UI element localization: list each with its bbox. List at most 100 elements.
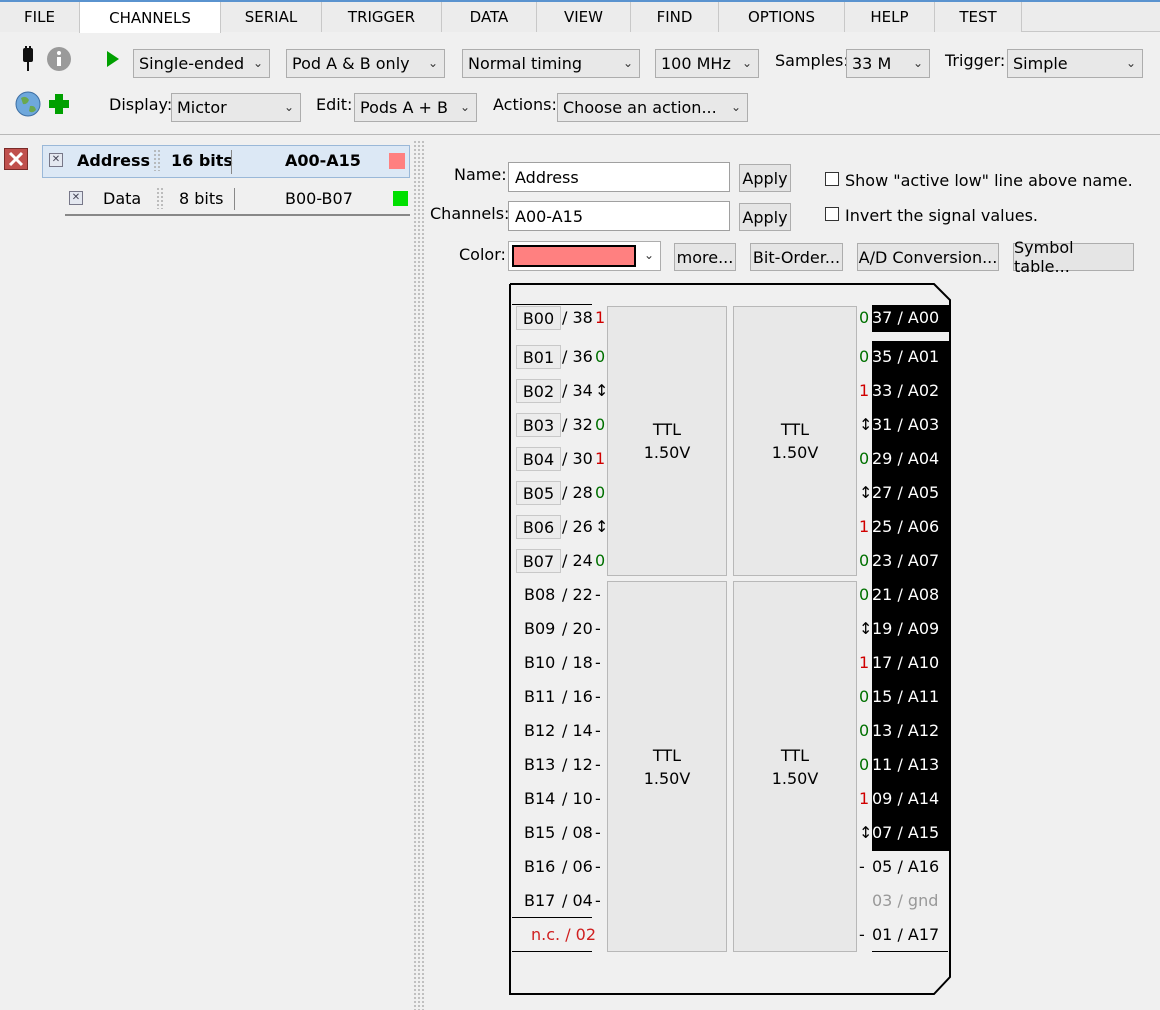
group-bits: 16 bits bbox=[171, 151, 233, 170]
tab-options[interactable]: OPTIONS bbox=[719, 2, 845, 32]
chevron-down-icon: ⌄ bbox=[741, 56, 752, 70]
timing-select[interactable]: Normal timing ⌄ bbox=[462, 49, 640, 78]
pin-label[interactable]: 09 / A14 bbox=[872, 789, 939, 808]
info-icon[interactable] bbox=[46, 46, 72, 72]
group-range: A00-A15 bbox=[285, 151, 361, 170]
pod-block[interactable]: TTL 1.50V bbox=[733, 581, 857, 952]
trigger-value: Simple bbox=[1013, 54, 1068, 73]
pod-block[interactable]: TTL 1.50V bbox=[607, 306, 727, 576]
tab-find[interactable]: FIND bbox=[631, 2, 719, 32]
channel-button[interactable]: B02 bbox=[516, 379, 561, 403]
channel-button[interactable]: B05 bbox=[516, 481, 561, 505]
sample-rate-value: 100 MHz bbox=[661, 54, 731, 73]
pin-label[interactable]: 29 / A04 bbox=[872, 449, 939, 468]
group-bits: 8 bits bbox=[179, 189, 224, 208]
channel-group-row[interactable]: ✕ Data 8 bits B00-B07 bbox=[65, 184, 410, 216]
channel-button[interactable]: B00 bbox=[516, 306, 561, 330]
active-low-checkbox[interactable] bbox=[825, 172, 839, 186]
divider bbox=[512, 304, 592, 305]
actions-label: Actions: bbox=[493, 95, 557, 114]
pin-label[interactable]: 17 / A10 bbox=[872, 653, 939, 672]
panel-splitter[interactable] bbox=[412, 140, 424, 1010]
pin-label[interactable]: 19 / A09 bbox=[872, 619, 939, 638]
pod-voltage: 1.50V bbox=[643, 443, 691, 462]
tab-data[interactable]: DATA bbox=[442, 2, 537, 32]
usb-plug-icon[interactable] bbox=[18, 46, 38, 74]
pin-value: 0 bbox=[859, 449, 870, 468]
drag-handle-icon[interactable] bbox=[156, 187, 164, 209]
run-play-icon[interactable] bbox=[106, 50, 120, 68]
pin-label[interactable]: 35 / A01 bbox=[872, 347, 939, 366]
pin-label[interactable]: 33 / A02 bbox=[872, 381, 939, 400]
trigger-select[interactable]: Simple ⌄ bbox=[1007, 49, 1143, 78]
add-plus-icon[interactable] bbox=[48, 93, 70, 115]
tab-view[interactable]: VIEW bbox=[537, 2, 631, 32]
pin-label[interactable]: 15 / A11 bbox=[872, 687, 939, 706]
pin-value: - bbox=[595, 653, 601, 672]
actions-select[interactable]: Choose an action... ⌄ bbox=[557, 93, 748, 122]
channel-button[interactable]: B01 bbox=[516, 345, 561, 369]
pin-value: - bbox=[595, 857, 601, 876]
pin-value: 0 bbox=[859, 721, 870, 740]
apply-channels-button[interactable]: Apply bbox=[739, 203, 791, 231]
pin-label[interactable]: 37 / A00 bbox=[872, 308, 939, 327]
channel-group-row[interactable]: ✕ Address 16 bits A00-A15 bbox=[42, 145, 410, 178]
display-select[interactable]: Mictor ⌄ bbox=[171, 93, 301, 122]
pin-label[interactable]: 31 / A03 bbox=[872, 415, 939, 434]
pin-label[interactable]: 07 / A15 bbox=[872, 823, 939, 842]
pin-label[interactable]: 13 / A12 bbox=[872, 721, 939, 740]
sample-rate-select[interactable]: 100 MHz ⌄ bbox=[655, 49, 759, 78]
pod-block[interactable]: TTL 1.50V bbox=[733, 306, 857, 576]
channel-button[interactable]: B03 bbox=[516, 413, 561, 437]
chevron-down-icon: ⌄ bbox=[643, 248, 654, 262]
bit-order-button[interactable]: Bit-Order... bbox=[750, 243, 843, 271]
tab-test[interactable]: TEST bbox=[935, 2, 1022, 32]
color-select[interactable]: ⌄ bbox=[508, 241, 661, 271]
pin-value: ↕ bbox=[595, 517, 609, 536]
divider bbox=[512, 917, 592, 918]
tab-file[interactable]: FILE bbox=[0, 2, 80, 32]
pin-label[interactable]: 25 / A06 bbox=[872, 517, 939, 536]
name-label: Name: bbox=[454, 165, 507, 184]
close-icon[interactable]: ✕ bbox=[69, 191, 83, 205]
name-input[interactable]: Address bbox=[508, 162, 730, 192]
channel-button[interactable]: B06 bbox=[516, 515, 561, 539]
pin-value: 0 bbox=[859, 347, 870, 366]
samples-select[interactable]: 33 M ⌄ bbox=[846, 49, 930, 78]
signal-mode-select[interactable]: Single-ended ⌄ bbox=[133, 49, 270, 78]
delete-group-close-icon[interactable] bbox=[4, 148, 28, 170]
drag-handle-icon[interactable] bbox=[153, 149, 161, 171]
apply-name-button[interactable]: Apply bbox=[739, 164, 791, 192]
pin-number: / 32 bbox=[562, 415, 593, 434]
globe-icon[interactable] bbox=[14, 90, 42, 118]
pin-number: / 10 bbox=[562, 789, 593, 808]
pin-label[interactable]: 21 / A08 bbox=[872, 585, 939, 604]
pod-block[interactable]: TTL 1.50V bbox=[607, 581, 727, 952]
tab-help[interactable]: HELP bbox=[845, 2, 935, 32]
close-icon[interactable]: ✕ bbox=[49, 153, 63, 167]
channel-button[interactable]: B07 bbox=[516, 549, 561, 573]
channel-label: B17 bbox=[524, 891, 556, 910]
more-button[interactable]: more... bbox=[674, 243, 736, 271]
channels-input[interactable]: A00-A15 bbox=[508, 201, 730, 231]
channel-button[interactable]: B04 bbox=[516, 447, 561, 471]
symbol-table-button[interactable]: Symbol table... bbox=[1013, 238, 1134, 276]
pin-label[interactable]: 23 / A07 bbox=[872, 551, 939, 570]
pin-label[interactable]: 27 / A05 bbox=[872, 483, 939, 502]
tab-channels[interactable]: CHANNELS bbox=[79, 2, 221, 33]
tab-trigger[interactable]: TRIGGER bbox=[322, 2, 442, 32]
chevron-down-icon: ⌄ bbox=[459, 100, 470, 114]
invert-checkbox[interactable] bbox=[825, 207, 839, 221]
channel-label: B10 bbox=[524, 653, 556, 672]
tab-serial[interactable]: SERIAL bbox=[221, 2, 322, 32]
pod-voltage: 1.50V bbox=[643, 768, 691, 788]
group-color-swatch[interactable] bbox=[393, 191, 408, 206]
pin-number: / 14 bbox=[562, 721, 593, 740]
pin-number: / 16 bbox=[562, 687, 593, 706]
group-color-swatch[interactable] bbox=[389, 153, 405, 169]
ad-conversion-button[interactable]: A/D Conversion... bbox=[857, 243, 999, 271]
pod-select[interactable]: Pod A & B only ⌄ bbox=[286, 49, 445, 78]
edit-select[interactable]: Pods A + B ⌄ bbox=[354, 93, 477, 122]
pin-number: / 20 bbox=[562, 619, 593, 638]
pin-label[interactable]: 11 / A13 bbox=[872, 755, 939, 774]
